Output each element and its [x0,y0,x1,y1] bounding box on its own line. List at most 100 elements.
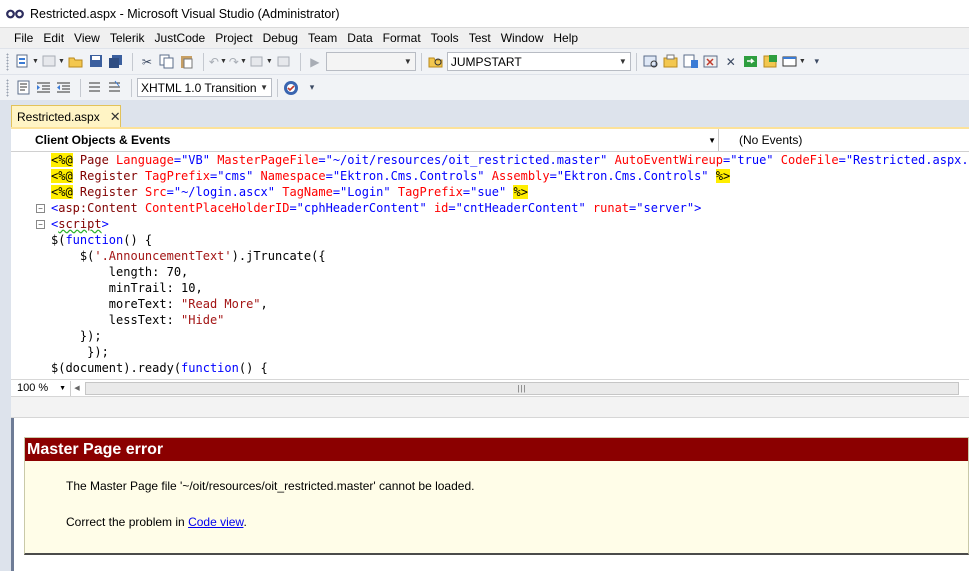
check-accessibility-icon[interactable] [283,78,301,98]
code-token: length: 70, [51,265,189,279]
code-token: Register [72,169,145,183]
menu-edit[interactable]: Edit [38,28,69,48]
menu-project[interactable]: Project [210,28,257,48]
start-page-icon[interactable]: ✕ [722,52,740,72]
menu-format[interactable]: Format [378,28,426,48]
code-token: Namespace [253,169,326,183]
error-fix: Correct the problem in Code view. [66,513,968,531]
toolbar-overflow-icon[interactable]: ▾ [808,52,826,72]
chevron-down-icon: ▼ [260,83,268,92]
outdent-icon[interactable] [55,78,73,98]
design-view: Master Page error The Master Page file '… [11,418,969,571]
code-token: $( [51,233,66,247]
target-schema-combo[interactable]: XHTML 1.0 Transition ▼ [137,78,272,97]
tab-restricted-aspx[interactable]: Restricted.aspx ✕ [11,105,121,128]
undo-icon[interactable]: ↶ ▼ [209,52,227,72]
client-objects-combo[interactable]: Client Objects & Events ▼ [11,129,719,151]
code-line: $(function() { [51,232,152,248]
menu-debug[interactable]: Debug [258,28,303,48]
code-token: Assembly [484,169,550,183]
cut-icon[interactable]: ✂ [138,52,156,72]
chevron-down-icon: ▼ [618,57,627,66]
solution-explorer-icon[interactable] [642,52,660,72]
code-token: = [166,185,174,199]
client-objects-label: Client Objects & Events [35,133,171,147]
code-token: TagPrefix [390,185,463,199]
menu-team[interactable]: Team [303,28,342,48]
solution-configuration-combo[interactable]: ▼ [325,52,416,71]
start-debugging-icon[interactable]: ▶ [306,52,324,72]
navigate-back-icon[interactable]: ▼ [249,52,273,72]
menu-file[interactable]: File [9,28,38,48]
menu-data[interactable]: Data [342,28,377,48]
command-window-icon[interactable] [762,52,780,72]
events-combo[interactable]: (No Events) [719,129,969,151]
immediate-window-icon[interactable]: ▼ [782,52,806,72]
code-token: lessText: [51,313,182,327]
properties-icon[interactable] [662,52,680,72]
window-title: Restricted.aspx - Microsoft Visual Studi… [30,6,340,21]
code-token: "cms" [217,169,254,183]
toolbar-grip[interactable] [6,78,9,97]
scroll-left-icon[interactable]: ◀ [71,384,83,392]
menu-bar: File Edit View Telerik JustCode Project Debug T… [0,27,969,48]
code-token: () { [238,361,268,375]
zoom-combo[interactable]: 100 % ▼ [11,380,71,396]
navigation-bar: Client Objects & Events ▼ (No Events) [11,129,969,152]
save-icon[interactable] [87,52,105,72]
menu-justcode[interactable]: JustCode [150,28,211,48]
menu-view[interactable]: View [69,28,105,48]
code-token: "~/login.ascx" [173,185,276,199]
code-line: <asp:Content ContentPlaceHolderID="cphHe… [51,200,701,216]
find-in-files-icon[interactable] [427,52,445,72]
code-editor[interactable]: <%@ Page Language="VB" MasterPageFile="~… [11,152,969,379]
indent-icon[interactable] [35,78,53,98]
visual-studio-logo-icon [6,9,24,18]
object-browser-icon[interactable] [682,52,700,72]
paste-icon[interactable] [178,52,196,72]
open-file-icon[interactable] [67,52,85,72]
add-item-icon[interactable]: ▼ [41,52,65,72]
document-tabstrip: Restricted.aspx ✕ [0,100,969,129]
scrollbar-thumb[interactable]: ||| [85,381,959,395]
uncomment-icon[interactable] [106,78,124,98]
view-splitter[interactable] [11,396,969,418]
code-token: "Ektron.Cms.Controls" [332,169,485,183]
menu-window[interactable]: Window [496,28,549,48]
menu-test[interactable]: Test [464,28,496,48]
code-line: <script> [51,216,109,232]
copy-icon[interactable] [158,52,176,72]
toolbar-grip[interactable] [6,52,9,71]
code-token: , [260,297,268,311]
code-token: CodeFile [773,153,839,167]
menu-telerik[interactable]: Telerik [105,28,150,48]
standard-toolbar: ▼ ▼ ✂ ↶ ▼ ↷ ▼ ▼ ▶ ▼ JUMPSTART ▼ ✕ ▼ ▾ [0,48,969,74]
menu-help[interactable]: Help [548,28,583,48]
find-combo[interactable]: JUMPSTART ▼ [446,52,631,71]
menu-tools[interactable]: Tools [426,28,464,48]
fold-toggle-icon[interactable]: − [36,204,45,213]
navigate-forward-icon[interactable] [275,52,293,72]
code-token: = [332,185,341,199]
new-project-icon[interactable]: ▼ [15,52,39,72]
save-all-icon[interactable] [107,52,125,72]
comment-icon[interactable] [86,78,104,98]
code-token: <%@ [51,169,73,183]
code-line: moreText: "Read More", [51,296,268,312]
format-selection-icon[interactable] [15,78,33,98]
code-token: ).jTruncate({ [231,249,326,263]
close-icon[interactable]: ✕ [110,109,121,125]
toolbar-separator [299,52,301,71]
code-token: = [289,201,297,215]
extension-manager-icon[interactable] [742,52,760,72]
toolbar-separator [420,52,422,71]
redo-icon[interactable]: ↷ ▼ [229,52,247,72]
workspace: Restricted.aspx ✕ Client Objects & Event… [0,100,969,571]
fold-toggle-icon[interactable]: − [36,220,45,229]
code-token: = [448,201,456,215]
toolbar-overflow-icon[interactable]: ▾ [303,78,321,98]
code-token: = [318,153,326,167]
code-line: }); [51,328,102,344]
code-view-link[interactable]: Code view [188,515,243,529]
toolbox-icon[interactable] [702,52,720,72]
